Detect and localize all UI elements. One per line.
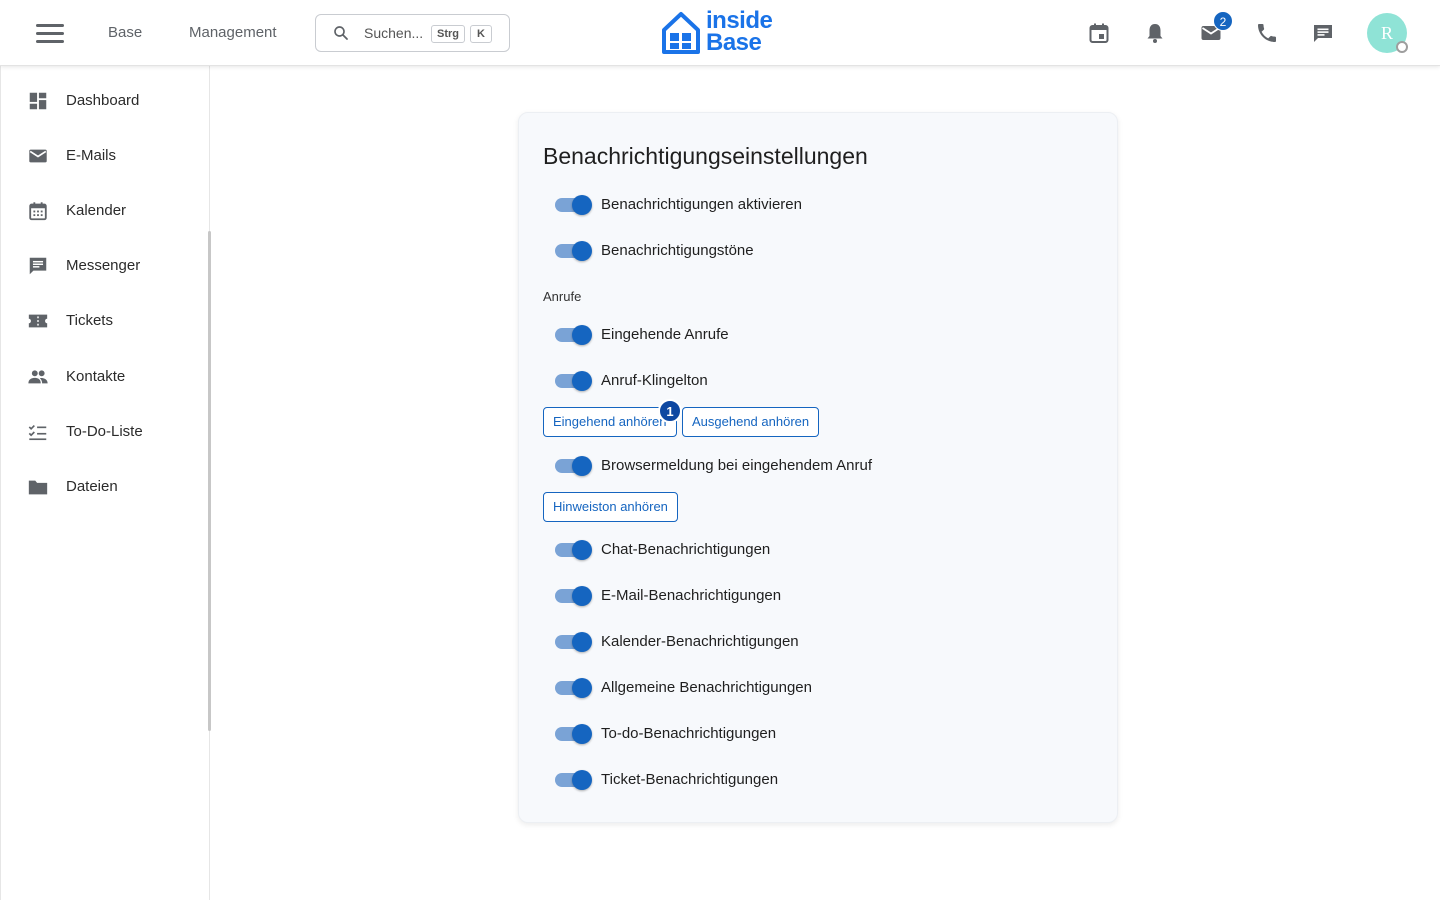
page-title: Benachrichtigungseinstellungen <box>543 143 868 169</box>
sidebar-item-label: Kontakte <box>66 368 126 385</box>
bell-icon[interactable] <box>1143 21 1167 45</box>
phone-icon[interactable] <box>1255 21 1279 45</box>
sidebar-item-dateien[interactable]: Dateien <box>1 462 210 512</box>
search-placeholder: Suchen... <box>364 25 424 41</box>
sidebar-item-label: Dashboard <box>66 92 140 109</box>
logo[interactable]: inside Base <box>660 9 784 56</box>
calendar-icon[interactable] <box>1087 21 1111 45</box>
sidebar-item-dashboard[interactable]: Dashboard <box>1 76 210 126</box>
sidebar-item-tickets[interactable]: Tickets <box>1 296 210 346</box>
section-label-anrufe: Anrufe <box>543 289 582 304</box>
toggle-label: Kalender-Benachrichtigungen <box>601 633 799 650</box>
sidebar-item-label: E-Mails <box>66 147 117 164</box>
toggle-label: Allgemeine Benachrichtigungen <box>601 679 812 696</box>
toggle-label: Browsermeldung bei eingehendem Anruf <box>601 457 873 474</box>
ticket-icon <box>28 314 48 328</box>
search-icon <box>334 26 348 40</box>
sidebar: Dashboard E-Mails Kalender Messenger Tic… <box>0 66 211 900</box>
nav-management[interactable]: Management <box>189 24 277 41</box>
notification-settings-card: Benachrichtigungseinstellungen Benachric… <box>518 112 1118 823</box>
toggle-label: To-do-Benachrichtigungen <box>601 725 777 742</box>
toggle-label: Ticket-Benachrichtigungen <box>601 771 779 788</box>
calendar-icon <box>29 202 47 221</box>
sidebar-item-label: Tickets <box>66 312 113 329</box>
toggle-label: Anruf-Klingelton <box>601 372 708 389</box>
switch[interactable] <box>555 241 593 261</box>
switch[interactable] <box>555 586 593 606</box>
logo-line-2: Base <box>706 29 762 56</box>
switch[interactable] <box>555 325 593 345</box>
sidebar-item-label: Messenger <box>66 257 141 274</box>
people-icon <box>28 370 48 384</box>
sidebar-item-label: To-Do-Liste <box>66 423 143 440</box>
switch[interactable] <box>555 770 593 790</box>
sidebar-item-label: Kalender <box>66 202 127 219</box>
mail-icon <box>29 149 47 163</box>
play-outgoing-button[interactable]: Ausgehend anhören <box>682 407 820 437</box>
folder-icon <box>28 480 48 495</box>
toggle-label: Eingehende Anrufe <box>601 326 729 343</box>
sidebar-scrollbar[interactable] <box>208 231 211 731</box>
dashboard-icon <box>29 92 47 110</box>
toggle-label: Chat-Benachrichtigungen <box>601 541 771 558</box>
switch[interactable] <box>555 678 593 698</box>
step-badge: 1 <box>658 399 682 423</box>
chat-icon <box>29 257 47 275</box>
toggle-label: Benachrichtigungstöne <box>601 242 754 259</box>
play-incoming-button[interactable]: Eingehend anhören <box>543 407 677 437</box>
logo-wordmark: inside Base <box>706 9 773 56</box>
status-indicator <box>1396 41 1408 53</box>
sidebar-item-kontakte[interactable]: Kontakte <box>1 352 210 402</box>
sidebar-item-messenger[interactable]: Messenger <box>1 241 210 291</box>
sidebar-item-emails[interactable]: E-Mails <box>1 131 210 181</box>
top-bar: Base Management Suchen... Strg K inside … <box>0 0 1440 66</box>
shortcut-key-strg: Strg <box>431 25 465 43</box>
sidebar-item-todo[interactable]: To-Do-Liste <box>1 407 210 457</box>
house-logo-icon <box>662 12 700 54</box>
menu-icon[interactable] <box>36 24 64 44</box>
switch[interactable] <box>555 456 593 476</box>
sidebar-item-kalender[interactable]: Kalender <box>1 186 210 236</box>
nav-base[interactable]: Base <box>108 24 142 41</box>
shortcut-key-k: K <box>470 25 492 43</box>
search-input[interactable]: Suchen... Strg K <box>315 14 510 52</box>
switch[interactable] <box>555 195 593 215</box>
sidebar-item-label: Dateien <box>66 478 118 495</box>
switch[interactable] <box>555 540 593 560</box>
toggle-label: E-Mail-Benachrichtigungen <box>601 587 782 604</box>
play-hint-button[interactable]: Hinweiston anhören <box>543 492 678 522</box>
chat-icon[interactable] <box>1311 21 1335 45</box>
switch[interactable] <box>555 632 593 652</box>
switch[interactable] <box>555 371 593 391</box>
mail-count-badge: 2 <box>1213 11 1233 31</box>
toggle-label: Benachrichtigungen aktivieren <box>601 196 802 213</box>
checklist-icon <box>28 424 47 441</box>
switch[interactable] <box>555 724 593 744</box>
